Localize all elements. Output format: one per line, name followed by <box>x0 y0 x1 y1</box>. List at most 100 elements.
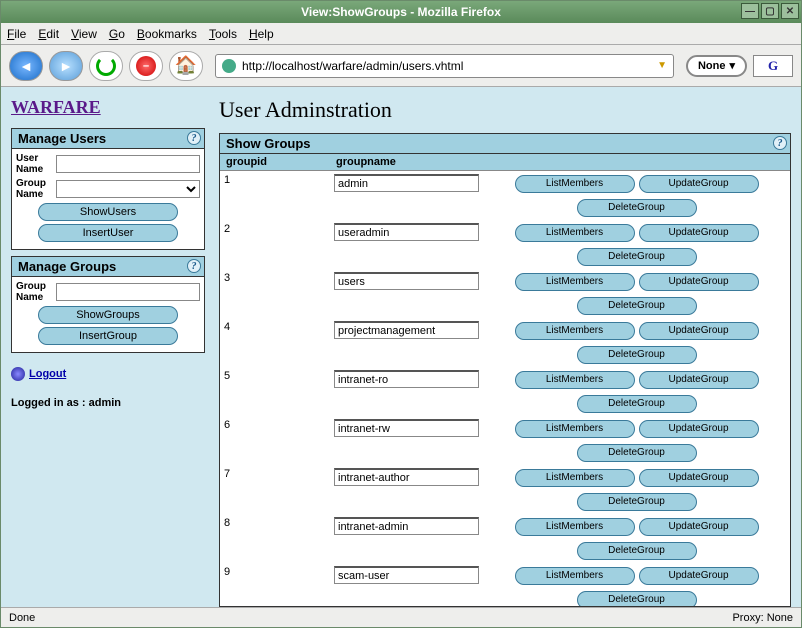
globe-icon <box>222 59 236 73</box>
delete-group-button[interactable]: DeleteGroup <box>577 248 697 266</box>
menu-bookmarks[interactable]: Bookmarks <box>137 27 197 41</box>
table-row: 7 ListMembersUpdateGroup <box>220 465 790 490</box>
delete-group-button[interactable]: DeleteGroup <box>577 297 697 315</box>
delete-group-button[interactable]: DeleteGroup <box>577 493 697 511</box>
logout-row: Logout <box>11 367 205 381</box>
insert-user-button[interactable]: InsertUser <box>38 224 178 242</box>
url-bar[interactable]: ▼ <box>215 54 674 78</box>
menu-go[interactable]: Go <box>109 27 125 41</box>
logout-link[interactable]: Logout <box>29 368 66 380</box>
group-name-field[interactable] <box>334 370 479 388</box>
manage-groups-header: Manage Groups ? <box>12 257 204 277</box>
col-groupid: groupid <box>220 154 330 171</box>
toolbar: ◄ ► – 🏠 ▼ None▾ G <box>1 45 801 87</box>
group-name-field[interactable] <box>334 321 479 339</box>
group-name-field[interactable] <box>334 566 479 584</box>
list-members-button[interactable]: ListMembers <box>515 567 635 585</box>
delete-group-button[interactable]: DeleteGroup <box>577 444 697 462</box>
delete-group-button[interactable]: DeleteGroup <box>577 395 697 413</box>
insert-group-button[interactable]: InsertGroup <box>38 327 178 345</box>
group-id: 7 <box>220 465 330 490</box>
maximize-button[interactable]: ▢ <box>761 3 779 19</box>
help-icon[interactable]: ? <box>187 131 201 145</box>
group-id: 5 <box>220 367 330 392</box>
show-users-button[interactable]: ShowUsers <box>38 203 178 221</box>
update-group-button[interactable]: UpdateGroup <box>639 273 759 291</box>
titlebar: View:ShowGroups - Mozilla Firefox — ▢ ✕ <box>1 1 801 23</box>
update-group-button[interactable]: UpdateGroup <box>639 224 759 242</box>
page-title: User Adminstration <box>219 97 791 123</box>
manage-users-header: Manage Users ? <box>12 129 204 149</box>
update-group-button[interactable]: UpdateGroup <box>639 567 759 585</box>
logged-in-status: Logged in as : admin <box>11 397 205 409</box>
update-group-button[interactable]: UpdateGroup <box>639 518 759 536</box>
update-group-button[interactable]: UpdateGroup <box>639 371 759 389</box>
table-row-actions: DeleteGroup <box>220 392 790 416</box>
list-members-button[interactable]: ListMembers <box>515 420 635 438</box>
group-id: 3 <box>220 269 330 294</box>
table-row-actions: DeleteGroup <box>220 490 790 514</box>
group-name-field[interactable] <box>334 174 479 192</box>
group-id: 9 <box>220 563 330 588</box>
reload-button[interactable] <box>89 51 123 81</box>
table-row-actions: DeleteGroup <box>220 588 790 606</box>
show-groups-button[interactable]: ShowGroups <box>38 306 178 324</box>
list-members-button[interactable]: ListMembers <box>515 224 635 242</box>
list-members-button[interactable]: ListMembers <box>515 175 635 193</box>
delete-group-button[interactable]: DeleteGroup <box>577 542 697 560</box>
groups-scroll[interactable]: groupid groupname 1ListMembersUpdateGrou… <box>220 154 790 606</box>
user-name-input[interactable] <box>56 155 200 173</box>
list-members-button[interactable]: ListMembers <box>515 371 635 389</box>
group-id: 2 <box>220 220 330 245</box>
home-button[interactable]: 🏠 <box>169 51 203 81</box>
menu-help[interactable]: Help <box>249 27 274 41</box>
group-name-field[interactable] <box>334 272 479 290</box>
group-name-select[interactable] <box>56 180 200 198</box>
status-right: Proxy: None <box>732 612 793 624</box>
list-members-button[interactable]: ListMembers <box>515 322 635 340</box>
help-icon[interactable]: ? <box>187 259 201 273</box>
forward-button[interactable]: ► <box>49 51 83 81</box>
menu-file[interactable]: File <box>7 27 26 41</box>
group-name-input[interactable] <box>56 283 200 301</box>
url-dropdown-icon[interactable]: ▼ <box>657 60 667 71</box>
url-input[interactable] <box>242 59 657 73</box>
delete-group-button[interactable]: DeleteGroup <box>577 591 697 606</box>
group-id: 4 <box>220 318 330 343</box>
table-row: 5 ListMembersUpdateGroup <box>220 367 790 392</box>
group-name-field[interactable] <box>334 419 479 437</box>
menu-view[interactable]: View <box>71 27 97 41</box>
none-button[interactable]: None▾ <box>686 55 747 77</box>
update-group-button[interactable]: UpdateGroup <box>639 469 759 487</box>
search-box[interactable]: G <box>753 55 793 77</box>
minimize-button[interactable]: — <box>741 3 759 19</box>
menu-tools[interactable]: Tools <box>209 27 237 41</box>
status-left: Done <box>9 612 35 624</box>
home-icon: 🏠 <box>175 55 197 76</box>
window-title: View:ShowGroups - Mozilla Firefox <box>301 5 501 19</box>
manage-users-title: Manage Users <box>18 131 106 146</box>
update-group-button[interactable]: UpdateGroup <box>639 175 759 193</box>
stop-button[interactable]: – <box>129 51 163 81</box>
brand-link[interactable]: WARFARE <box>11 97 205 118</box>
group-name-field[interactable] <box>334 468 479 486</box>
menu-edit[interactable]: Edit <box>38 27 59 41</box>
table-row: 4 ListMembersUpdateGroup <box>220 318 790 343</box>
close-button[interactable]: ✕ <box>781 3 799 19</box>
help-icon[interactable]: ? <box>773 136 787 150</box>
browser-window: View:ShowGroups - Mozilla Firefox — ▢ ✕ … <box>0 0 802 628</box>
table-row: 8ListMembersUpdateGroup <box>220 514 790 539</box>
back-button[interactable]: ◄ <box>9 51 43 81</box>
delete-group-button[interactable]: DeleteGroup <box>577 199 697 217</box>
page-content: WARFARE Manage Users ? User Name Group N… <box>5 91 797 607</box>
group-name-field[interactable] <box>334 223 479 241</box>
main-column: User Adminstration Show Groups ? groupid… <box>219 97 791 607</box>
list-members-button[interactable]: ListMembers <box>515 518 635 536</box>
delete-group-button[interactable]: DeleteGroup <box>577 346 697 364</box>
update-group-button[interactable]: UpdateGroup <box>639 420 759 438</box>
group-name-field[interactable] <box>334 517 479 535</box>
update-group-button[interactable]: UpdateGroup <box>639 322 759 340</box>
list-members-button[interactable]: ListMembers <box>515 273 635 291</box>
window-controls: — ▢ ✕ <box>741 3 799 19</box>
list-members-button[interactable]: ListMembers <box>515 469 635 487</box>
